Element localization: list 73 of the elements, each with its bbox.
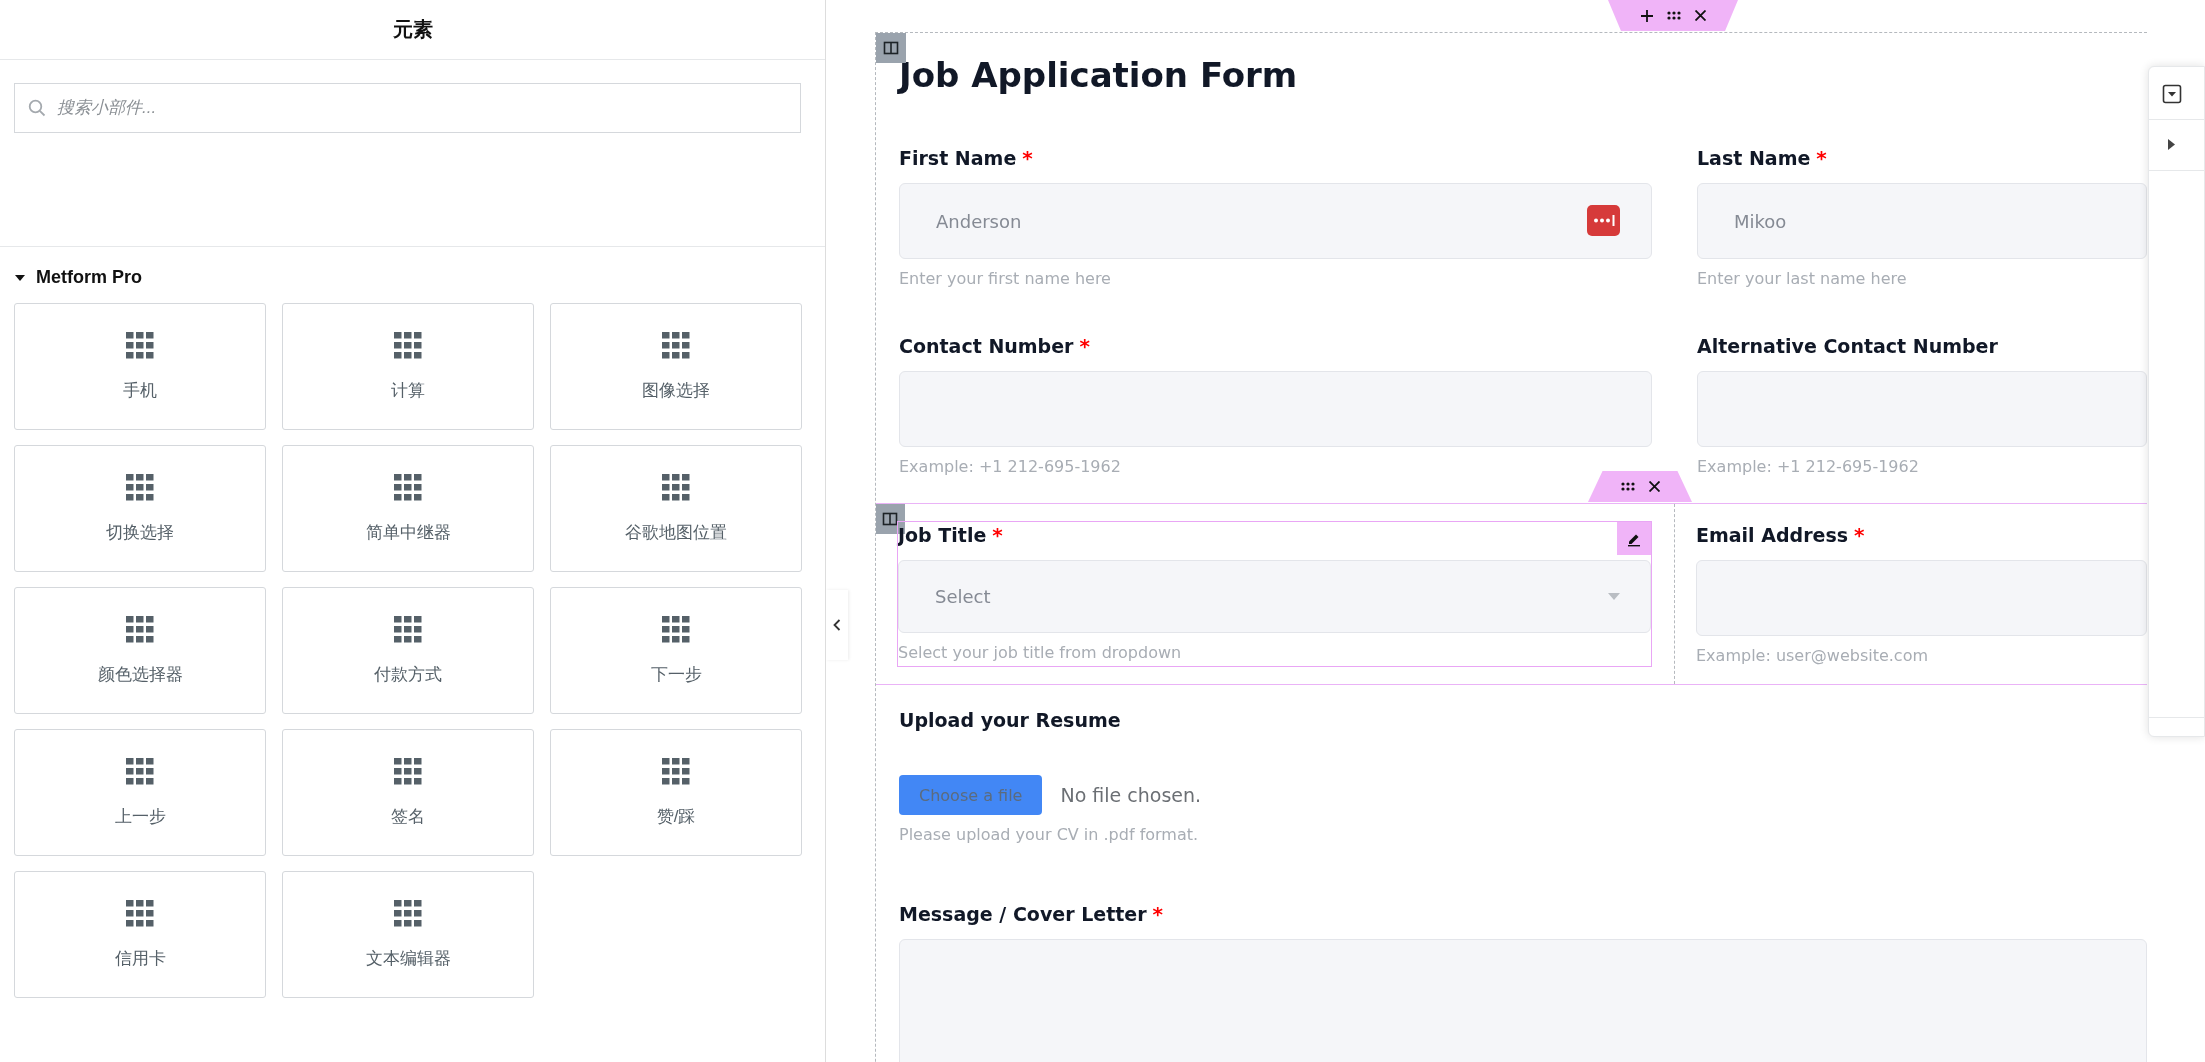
- help-text: Enter your first name here: [899, 269, 1112, 289]
- widget-grid-icon: [662, 473, 690, 501]
- panel-title: 元素: [392, 17, 433, 42]
- required-mark: *: [1079, 333, 1090, 359]
- field-label: Alternative Contact Number: [1697, 334, 1998, 359]
- collapse-panel-icon[interactable]: [2162, 84, 2182, 104]
- search-field[interactable]: 搜索小部件...: [14, 83, 801, 133]
- widget-card[interactable]: 切换选择: [14, 445, 266, 572]
- widget-grid-icon: [662, 757, 690, 785]
- widget-card[interactable]: 赞/踩: [550, 729, 802, 856]
- dropdown-caret-icon: [1608, 593, 1620, 600]
- drag-handle-icon[interactable]: [1620, 482, 1635, 491]
- required-mark: *: [992, 522, 1003, 548]
- widget-card[interactable]: 下一步: [550, 587, 802, 714]
- widget-grid-icon: [662, 615, 690, 643]
- field-label: Contact Number: [899, 334, 1074, 359]
- required-mark: *: [1022, 145, 1033, 171]
- text-field[interactable]: Mikoo: [1697, 183, 2147, 259]
- widget-card[interactable]: 付款方式: [282, 587, 534, 714]
- widget-grid-icon: [394, 331, 422, 359]
- widget-grid-icon: [126, 615, 154, 643]
- field-label: First Name: [899, 146, 1017, 171]
- drag-handle-icon[interactable]: [1666, 11, 1681, 20]
- field-label: Last Name: [1697, 146, 1811, 171]
- text-field[interactable]: [1697, 371, 2147, 447]
- widget-card[interactable]: 信用卡: [14, 871, 266, 998]
- field-label: Email Address: [1696, 523, 1849, 548]
- help-text: Select your job title from dropdown: [898, 643, 1183, 663]
- widget-card[interactable]: 图像选择: [550, 303, 802, 430]
- password-manager-icon[interactable]: [1587, 205, 1620, 236]
- widget-grid-icon: [394, 757, 422, 785]
- help-text: Please upload your CV in .pdf format.: [899, 825, 1200, 845]
- field-label: Upload your Resume: [899, 708, 1121, 733]
- widget-card[interactable]: 计算: [282, 303, 534, 430]
- file-status: No file chosen.: [1060, 784, 1202, 806]
- widget-card[interactable]: 上一步: [14, 729, 266, 856]
- category-header[interactable]: Metform Pro: [14, 267, 142, 288]
- required-mark: *: [1854, 522, 1865, 548]
- widget-card[interactable]: 颜色选择器: [14, 587, 266, 714]
- widget-grid-icon: [394, 899, 422, 927]
- widget-grid-icon: [126, 331, 154, 359]
- widget-card[interactable]: 简单中继器: [282, 445, 534, 572]
- caret-icon[interactable]: [2168, 139, 2175, 150]
- widget-card[interactable]: 签名: [282, 729, 534, 856]
- widget-card[interactable]: 手机: [14, 303, 266, 430]
- help-text: Enter your last name here: [1697, 269, 1908, 289]
- selected-section[interactable]: Job Title * Select Select your job title from dropdown Email Address * Example: user@website.com: [876, 503, 2147, 685]
- column-icon[interactable]: [876, 33, 906, 63]
- close-icon[interactable]: [1648, 481, 1660, 492]
- widget-card[interactable]: 谷歌地图位置: [550, 445, 802, 572]
- text-field[interactable]: [899, 371, 1652, 447]
- widget-grid-icon: [662, 331, 690, 359]
- chevron-left-icon: [833, 619, 841, 631]
- text-field[interactable]: [1696, 560, 2147, 636]
- widget-grid-icon: [126, 473, 154, 501]
- field-label: Message / Cover Letter: [899, 902, 1147, 927]
- widget-card[interactable]: 文本编辑器: [282, 871, 534, 998]
- help-text: Example: user@website.com: [1696, 646, 1930, 666]
- form-title: Job Application Form: [899, 54, 1298, 97]
- help-text: Example: +1 212-695-1962: [1697, 457, 1920, 477]
- help-text: Example: +1 212-695-1962: [899, 457, 1122, 477]
- close-icon[interactable]: [1694, 10, 1706, 21]
- field-label: Job Title: [898, 523, 987, 548]
- widget-grid-icon: [394, 473, 422, 501]
- required-mark: *: [1816, 145, 1827, 171]
- widget-grid-icon: [126, 899, 154, 927]
- add-icon[interactable]: [1640, 9, 1653, 22]
- text-field[interactable]: Anderson: [899, 183, 1652, 259]
- required-mark: *: [1152, 901, 1164, 927]
- edit-button[interactable]: [1617, 522, 1651, 555]
- widget-grid-icon: [394, 615, 422, 643]
- widget-grid-icon: [126, 757, 154, 785]
- search-icon: [28, 99, 46, 117]
